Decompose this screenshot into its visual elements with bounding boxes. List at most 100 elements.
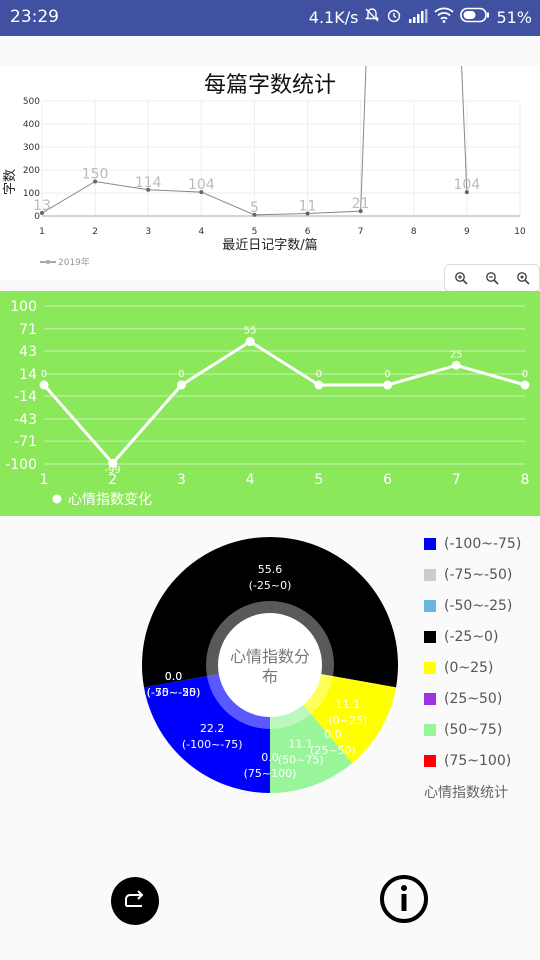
chart1-title: 每篇字数统计 bbox=[204, 73, 336, 98]
donut-value-label: 0.0 bbox=[165, 670, 183, 683]
legend-label: (25~50) bbox=[444, 690, 503, 707]
legend-label: (0~25) bbox=[444, 659, 494, 676]
chart1-y-tick: 500 bbox=[23, 97, 40, 107]
chart1-data-label: 114 bbox=[135, 175, 162, 191]
donut-value-label: 55.6 bbox=[258, 563, 283, 576]
zoom-toolbar bbox=[444, 264, 540, 292]
info-icon bbox=[379, 874, 429, 928]
donut-range-label: (0~25) bbox=[328, 714, 367, 727]
chart2-point bbox=[520, 380, 530, 390]
donut-value-label: 22.2 bbox=[200, 722, 225, 735]
chart1-x-tick: 8 bbox=[411, 227, 417, 237]
chart1-data-label: 104 bbox=[454, 177, 481, 193]
chart2-point bbox=[451, 360, 461, 370]
chart2-data-label: 0 bbox=[384, 369, 390, 380]
legend-swatch bbox=[424, 723, 436, 736]
chart1-x-tick: 5 bbox=[252, 227, 258, 237]
chart2-point bbox=[176, 380, 186, 390]
chart2-y-tick: 71 bbox=[19, 322, 37, 338]
chart2-point bbox=[39, 380, 49, 390]
legend-item[interactable]: (50~75) bbox=[420, 714, 540, 745]
donut-range-label: (75~100) bbox=[244, 767, 297, 780]
chart1-x-tick: 10 bbox=[514, 227, 526, 237]
donut-value-label: 11.1 bbox=[336, 698, 361, 711]
mute-icon bbox=[364, 7, 380, 27]
chart1-x-tick: 7 bbox=[358, 227, 364, 237]
chart2-y-tick: -43 bbox=[14, 412, 37, 428]
alarm-icon bbox=[386, 7, 402, 27]
chart2-point bbox=[314, 380, 324, 390]
chart1-data-label: 150 bbox=[82, 167, 109, 183]
word-count-chart[interactable]: 每篇字数统计 字数 最近日记字数/篇 2019年 0 100 200 300 400 50… bbox=[0, 65, 540, 280]
chart2-x-tick: 5 bbox=[314, 472, 323, 488]
info-button[interactable] bbox=[379, 874, 429, 928]
share-icon bbox=[122, 888, 148, 914]
chart1-xlabel: 最近日记字数/篇 bbox=[222, 238, 317, 253]
legend-swatch bbox=[424, 599, 436, 612]
chart2-y-tick: -14 bbox=[14, 389, 37, 405]
mood-distribution-legend: (-100~-75) (-75~-50) (-50~-25) (-25~0) (… bbox=[420, 528, 540, 802]
donut-value-label: 0.0 bbox=[261, 751, 279, 764]
chart2-data-label: 0 bbox=[316, 369, 322, 380]
zoom-in-icon[interactable] bbox=[451, 268, 471, 288]
chart1-data-label: 5 bbox=[250, 200, 259, 216]
battery-icon bbox=[460, 7, 490, 27]
legend-caption: 心情指数统计 bbox=[424, 785, 508, 801]
legend-label: (50~75) bbox=[444, 721, 503, 738]
chart2-x-tick: 6 bbox=[383, 472, 392, 488]
chart2-y-tick: 100 bbox=[10, 299, 37, 315]
chart2-data-label: 0 bbox=[178, 369, 184, 380]
legend-item[interactable]: (-100~-75) bbox=[420, 528, 540, 559]
chart2-x-tick: 1 bbox=[40, 472, 49, 488]
legend-label: (-100~-75) bbox=[444, 535, 522, 552]
chart2-y-tick: 14 bbox=[19, 367, 37, 383]
donut-value-label: 11.1 bbox=[289, 738, 314, 751]
legend-item[interactable]: (-75~-50) bbox=[420, 559, 540, 590]
legend-item[interactable]: (25~50) bbox=[420, 683, 540, 714]
legend-label: (75~100) bbox=[444, 752, 512, 769]
chart2-legend-label: 心情指数变化 bbox=[68, 492, 152, 508]
chart1-x-tick: 9 bbox=[464, 227, 470, 237]
donut-range-label: (50~75) bbox=[278, 754, 324, 767]
legend-label: (-25~0) bbox=[444, 628, 499, 645]
chart2-y-tick: -100 bbox=[5, 457, 37, 473]
legend-swatch bbox=[424, 630, 436, 643]
battery-percent: 51% bbox=[496, 7, 532, 27]
donut-range-label: (-100~-75) bbox=[182, 738, 243, 751]
signal-icon bbox=[408, 8, 428, 27]
wifi-icon bbox=[434, 7, 455, 27]
chart1-legend: 2019年 bbox=[40, 256, 90, 268]
chart1-y-tick: 300 bbox=[23, 143, 40, 153]
chart2-y-tick: -71 bbox=[14, 434, 37, 450]
legend-item[interactable]: (-25~0) bbox=[420, 621, 540, 652]
chart2-y-tick: 43 bbox=[19, 344, 37, 360]
zoom-reset-icon[interactable] bbox=[513, 268, 533, 288]
chart2-x-tick: 3 bbox=[177, 472, 186, 488]
mood-index-chart[interactable]: 100 71 43 14 -14 -43 -71 -100 1 2 3 4 5 6 7 8 0 -99 0 55 0 0… bbox=[0, 291, 540, 516]
chart2-data-label: 25 bbox=[450, 349, 463, 360]
chart1-x-tick: 6 bbox=[305, 227, 311, 237]
mood-distribution-svg: 心情指数分 布 55.6(-25~0)11.1(0~25)0.0(25~50)1… bbox=[142, 537, 399, 793]
zoom-out-icon[interactable] bbox=[482, 268, 502, 288]
legend-item[interactable]: (75~100) bbox=[420, 745, 540, 776]
chart1-y-tick: 400 bbox=[23, 120, 40, 130]
chart1-y-tick: 200 bbox=[23, 166, 40, 176]
status-time: 23:29 bbox=[10, 7, 59, 27]
chart2-data-label: -99 bbox=[105, 465, 121, 476]
legend-label: (-75~-50) bbox=[444, 566, 513, 583]
chart2-x-tick: 7 bbox=[452, 472, 461, 488]
chart1-legend-label: 2019年 bbox=[58, 256, 90, 268]
share-button[interactable] bbox=[111, 877, 159, 925]
donut-range-label: (-25~0) bbox=[249, 579, 292, 592]
chart2-x-tick: 8 bbox=[521, 472, 530, 488]
donut-center-label-line2: 布 bbox=[262, 667, 278, 686]
legend-item[interactable]: (0~25) bbox=[420, 652, 540, 683]
legend-item[interactable]: (-50~-25) bbox=[420, 590, 540, 621]
chart2-data-label: 0 bbox=[522, 369, 528, 380]
legend-label: (-50~-25) bbox=[444, 597, 513, 614]
network-speed: 4.1K/s bbox=[308, 7, 359, 27]
word-count-chart-svg: 每篇字数统计 字数 最近日记字数/篇 2019年 010020030040050… bbox=[3, 65, 526, 268]
chart1-data-label: 13 bbox=[33, 198, 51, 214]
chart1-data-label: 21 bbox=[352, 196, 370, 212]
chart1-data-label: 11 bbox=[299, 198, 317, 214]
